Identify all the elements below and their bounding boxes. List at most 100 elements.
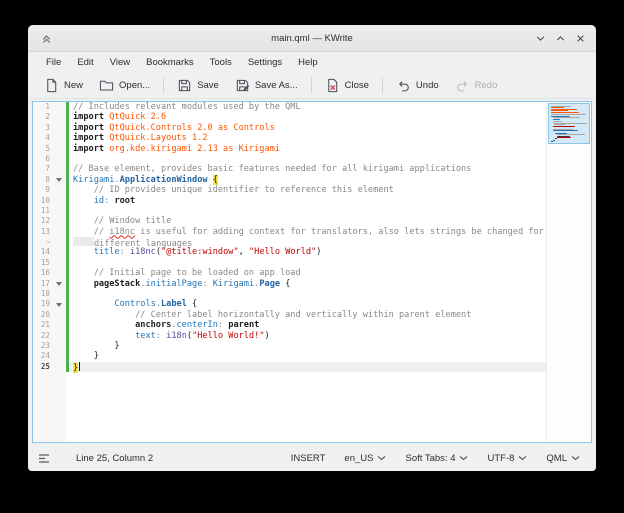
token: // Includes relevant modules used by the… [73, 102, 301, 112]
token [73, 299, 114, 309]
saveas-button[interactable]: Save As... [227, 74, 306, 97]
code-text [69, 258, 546, 268]
code-line[interactable]: 16 // Initial page to be loaded on app l… [33, 268, 546, 278]
code-area[interactable]: 1// Includes relevant modules used by th… [33, 102, 546, 442]
code-line[interactable]: 15 [33, 258, 546, 268]
fold-marker[interactable] [53, 299, 66, 309]
document-close-icon [325, 78, 340, 93]
line-number: 3 [33, 123, 53, 133]
code-line[interactable]: 18 [33, 289, 546, 299]
fold-column [53, 154, 66, 164]
fold-marker[interactable] [53, 279, 66, 289]
fold-column [53, 123, 66, 133]
statusbar-encoding[interactable]: UTF-8 [481, 450, 533, 467]
line-number: 13 [33, 227, 53, 237]
open-button[interactable]: Open... [91, 74, 158, 97]
code-line[interactable]: 9 // ID provides unique identifier to re… [33, 185, 546, 195]
code-line[interactable]: 11 [33, 206, 546, 216]
menu-file[interactable]: File [38, 55, 69, 70]
token: Kirigami [213, 279, 254, 289]
fold-arrow-icon [56, 282, 62, 286]
scrollbar-minimap-track[interactable] [546, 102, 591, 442]
statusbar-syntax-mode[interactable]: QML [540, 450, 586, 467]
menu-edit[interactable]: Edit [69, 55, 101, 70]
statusbar-encoding-label: UTF-8 [487, 453, 514, 464]
token: } [73, 341, 120, 351]
chevron-down-icon [571, 453, 580, 464]
keep-above-icon[interactable] [36, 28, 56, 48]
code-line[interactable]: 8Kirigami.ApplicationWindow { [33, 175, 546, 185]
token: text [135, 331, 156, 341]
code-line[interactable]: 4import QtQuick.Layouts 1.2 [33, 133, 546, 143]
code-line[interactable]: 22 text: i18n("Hello World!") [33, 331, 546, 341]
code-line[interactable]: 13 // i18nc is useful for adding context… [33, 227, 546, 237]
statusbar-right: INSERTen_USSoft Tabs: 4UTF-8QML [285, 450, 586, 467]
new-button[interactable]: New [36, 74, 91, 97]
code-text: // Initial page to be loaded on app load [69, 268, 546, 278]
minimize-icon[interactable] [530, 28, 550, 48]
code-line[interactable]: 7// Base element, provides basic feature… [33, 164, 546, 174]
code-line[interactable]: 6 [33, 154, 546, 164]
token [73, 237, 94, 246]
code-text: pageStack.initialPage: Kirigami.Page { [69, 279, 546, 289]
fold-column [53, 268, 66, 278]
cursor-position: Line 25, Column 2 [76, 453, 153, 464]
code-line[interactable]: 14 title: i18nc("@title:window", "Hello … [33, 247, 546, 257]
menubar: FileEditViewBookmarksToolsSettingsHelp [28, 52, 596, 72]
token: "@title:window" [161, 247, 239, 257]
code-text: title: i18nc("@title:window", "Hello Wor… [69, 247, 546, 257]
menu-help[interactable]: Help [290, 55, 326, 70]
code-text: Kirigami.ApplicationWindow { [69, 175, 546, 185]
statusbar-tab-settings[interactable]: Soft Tabs: 4 [399, 450, 474, 467]
menu-bookmarks[interactable]: Bookmarks [138, 55, 202, 70]
token [73, 185, 94, 195]
save-icon [177, 78, 192, 93]
line-number: 19 [33, 299, 53, 309]
menu-tools[interactable]: Tools [202, 55, 240, 70]
code-line[interactable]: 10 id: root [33, 196, 546, 206]
token: { [187, 299, 197, 309]
code-line[interactable]: 21 anchors.centerIn: parent [33, 320, 546, 330]
line-number: 15 [33, 258, 53, 268]
code-line[interactable]: 23 } [33, 341, 546, 351]
line-number: 11 [33, 206, 53, 216]
chevron-down-icon [377, 453, 386, 464]
code-line[interactable]: 25} [33, 362, 546, 372]
code-line[interactable]: 3import QtQuick.Controls 2.0 as Controls [33, 123, 546, 133]
token: import [73, 112, 104, 122]
fold-column [53, 206, 66, 216]
save-button[interactable]: Save [169, 74, 227, 97]
code-line[interactable]: 20 // Center label horizontally and vert… [33, 310, 546, 320]
statusbar-dictionary[interactable]: en_US [338, 450, 392, 467]
code-line[interactable]: 17 pageStack.initialPage: Kirigami.Page … [33, 279, 546, 289]
token: { [280, 279, 290, 289]
code-text: // i18nc is useful for adding context fo… [69, 227, 546, 237]
token: QtQuick.Layouts 1.2 [109, 133, 207, 143]
folder-open-icon [99, 78, 114, 93]
undo-icon [396, 78, 411, 93]
code-line[interactable]: 1// Includes relevant modules used by th… [33, 102, 546, 112]
code-line[interactable]: 2import QtQuick 2.6 [33, 112, 546, 122]
fold-column [53, 237, 66, 247]
editor[interactable]: 1// Includes relevant modules used by th… [32, 101, 592, 443]
menu-settings[interactable]: Settings [240, 55, 290, 70]
menu-view[interactable]: View [102, 55, 138, 70]
fold-column [53, 102, 66, 112]
code-line[interactable]: 24 } [33, 351, 546, 361]
close-icon[interactable] [570, 28, 590, 48]
undo-button[interactable]: Undo [388, 74, 447, 97]
titlebar[interactable]: main.qml — KWrite [28, 25, 596, 52]
token: // Base element, provides basic features… [73, 164, 471, 174]
code-line[interactable]: 12 // Window title [33, 216, 546, 226]
code-line-wrap[interactable]: ↪different languages [33, 237, 546, 247]
code-line[interactable]: 5import org.kde.kirigami 2.13 as Kirigam… [33, 144, 546, 154]
minimap[interactable] [548, 103, 590, 144]
fold-marker[interactable] [53, 175, 66, 185]
maximize-icon[interactable] [550, 28, 570, 48]
close-button[interactable]: Close [317, 74, 377, 97]
code-line[interactable]: 19 Controls.Label { [33, 299, 546, 309]
toolbar-button-label: Redo [475, 80, 498, 91]
code-text: } [69, 362, 546, 372]
code-text: import QtQuick 2.6 [69, 112, 546, 122]
statusbar-menu-icon[interactable] [38, 453, 50, 464]
